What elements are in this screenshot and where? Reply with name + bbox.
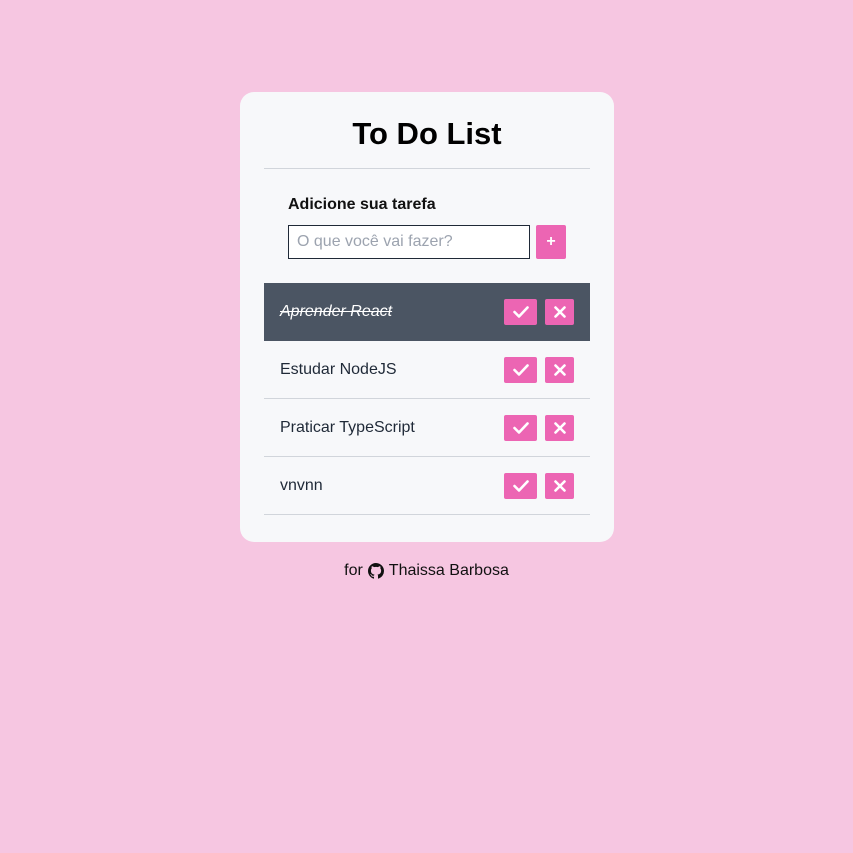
todo-card: To Do List Adicione sua tarefa + Aprende… xyxy=(240,92,614,542)
complete-task-button[interactable] xyxy=(504,298,537,325)
task-actions xyxy=(504,298,574,325)
github-link[interactable]: Thaissa Barbosa xyxy=(367,562,509,580)
title-divider xyxy=(264,168,590,169)
close-icon xyxy=(553,363,566,376)
task-item: Aprender React xyxy=(264,283,590,341)
add-task-button[interactable]: + xyxy=(536,225,566,259)
delete-task-button[interactable] xyxy=(545,472,574,499)
task-list: Aprender React Estudar NodeJS Praticar T… xyxy=(264,283,590,515)
check-icon xyxy=(512,305,529,318)
footer-prefix: for xyxy=(344,562,363,579)
task-text[interactable]: Aprender React xyxy=(280,303,504,321)
task-input[interactable] xyxy=(288,225,530,259)
check-icon xyxy=(512,421,529,434)
complete-task-button[interactable] xyxy=(504,356,537,383)
task-actions xyxy=(504,472,574,499)
task-text[interactable]: vnvnn xyxy=(280,477,504,495)
task-text[interactable]: Estudar NodeJS xyxy=(280,361,504,379)
task-actions xyxy=(504,414,574,441)
github-icon xyxy=(367,563,384,579)
author-name: Thaissa Barbosa xyxy=(388,562,509,579)
add-task-label: Adicione sua tarefa xyxy=(288,196,436,213)
task-text[interactable]: Praticar TypeScript xyxy=(280,419,504,437)
delete-task-button[interactable] xyxy=(545,414,574,441)
check-icon xyxy=(512,479,529,492)
app-title: To Do List xyxy=(352,116,502,151)
check-icon xyxy=(512,363,529,376)
complete-task-button[interactable] xyxy=(504,472,537,499)
task-item: vnvnn xyxy=(264,457,590,515)
close-icon xyxy=(553,421,566,434)
task-actions xyxy=(504,356,574,383)
complete-task-button[interactable] xyxy=(504,414,537,441)
footer: for Thaissa Barbosa xyxy=(0,562,853,580)
task-item: Praticar TypeScript xyxy=(264,399,590,457)
close-icon xyxy=(553,479,566,492)
delete-task-button[interactable] xyxy=(545,298,574,325)
task-item: Estudar NodeJS xyxy=(264,341,590,399)
delete-task-button[interactable] xyxy=(545,356,574,383)
close-icon xyxy=(553,305,566,318)
